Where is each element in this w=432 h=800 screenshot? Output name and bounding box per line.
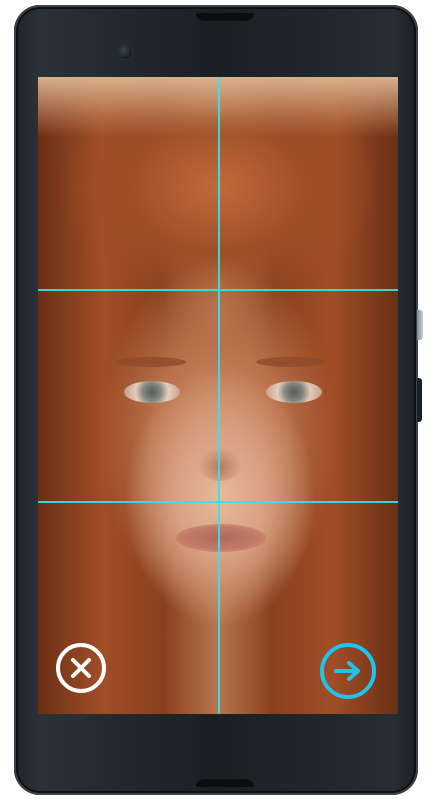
arrow-right-icon [334, 661, 360, 681]
left-eye [124, 381, 180, 403]
cancel-button[interactable] [56, 643, 106, 693]
grid-line-horizontal-bottom [38, 501, 398, 503]
bottom-speaker [196, 779, 254, 787]
earpiece-speaker [196, 13, 254, 21]
front-camera [118, 45, 132, 59]
grid-line-horizontal-top [38, 289, 398, 291]
right-eyebrow [256, 357, 326, 367]
power-button [417, 310, 423, 340]
volume-button [417, 378, 422, 422]
mouth [176, 524, 266, 552]
close-x-icon [71, 658, 91, 678]
left-eyebrow [116, 357, 186, 367]
nose [198, 447, 242, 481]
right-eye [266, 381, 322, 403]
app-screen [38, 77, 398, 714]
grid-line-vertical-center [218, 77, 220, 714]
next-button[interactable] [320, 643, 376, 699]
